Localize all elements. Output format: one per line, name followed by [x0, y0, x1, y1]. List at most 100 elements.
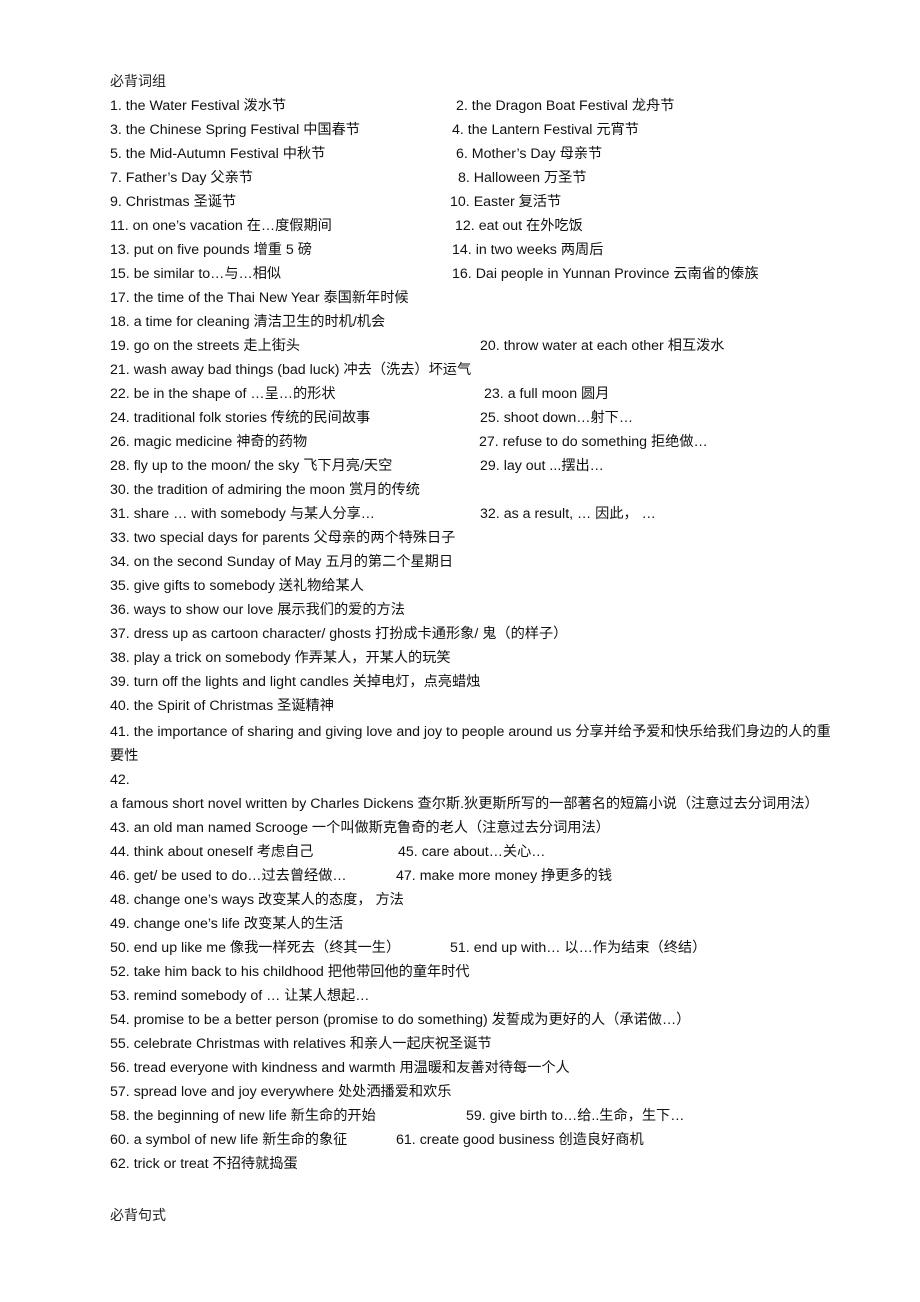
phrase-text: as a result, … 因此， …: [503, 506, 656, 522]
document-page: 必背词组 1. the Water Festival 泼水节 2. the Dra…: [0, 0, 920, 1302]
phrase-row: 41. the importance of sharing and giving…: [110, 720, 838, 768]
phrase-row: 1. the Water Festival 泼水节 2. the Dragon B…: [110, 96, 674, 116]
phrase-text: shoot down…射下…: [503, 410, 634, 426]
phrase-row: 56. tread everyone with kindness and war…: [110, 1058, 570, 1078]
phrase-item: 38. play a trick on somebody 作弄某人，开某人的玩笑: [110, 650, 451, 666]
phrase-item: 23. a full moon 圆月: [484, 384, 609, 404]
phrase-row: 9. Christmas 圣诞节 10. Easter 复活节: [110, 192, 561, 212]
phrase-row: 58. the beginning of new life 新生命的开始 59. …: [110, 1106, 684, 1126]
phrase-number: 23.: [484, 386, 504, 402]
phrase-row: 17. the time of the Thai New Year 泰国新年时候: [110, 288, 409, 308]
phrase-text: on one’s vacation 在…度假期间: [132, 218, 332, 234]
phrase-row: 35. give gifts to somebody 送礼物给某人: [110, 576, 364, 596]
phrase-row: 62. trick or treat 不招待就捣蛋: [110, 1154, 298, 1174]
phrase-item: 12. eat out 在外吃饭: [455, 216, 583, 236]
phrase-item: 44. think about oneself 考虑自己: [110, 844, 313, 860]
phrase-item: 50. end up like me 像我一样死去（终其一生）: [110, 940, 400, 956]
phrase-text: remind somebody of … 让某人想起…: [133, 988, 370, 1004]
phrase-item: 54. promise to be a better person (promi…: [110, 1012, 690, 1028]
phrase-item: 10. Easter 复活节: [450, 192, 561, 212]
phrase-text: Mother’s Day 母亲节: [471, 146, 603, 162]
phrase-number: 57.: [110, 1084, 130, 1100]
phrase-row: 60. a symbol of new life 新生命的象征 61. creat…: [110, 1130, 644, 1150]
phrase-item: 37. dress up as cartoon character/ ghost…: [110, 626, 567, 642]
phrase-text: eat out 在外吃饭: [478, 218, 583, 234]
phrase-number: 14.: [452, 242, 472, 258]
phrase-number: 29.: [480, 458, 500, 474]
phrase-number: 41.: [110, 724, 130, 740]
phrase-number: 16.: [452, 266, 472, 282]
phrase-item: 49. change one’s life 改变某人的生活: [110, 916, 343, 932]
phrase-text: Christmas 圣诞节: [125, 194, 237, 210]
phrase-text: think about oneself 考虑自己: [133, 844, 314, 860]
phrase-item: 9. Christmas 圣诞节: [110, 194, 236, 210]
phrase-item: 57. spread love and joy everywhere 处处洒播爱…: [110, 1084, 451, 1100]
phrase-item: 18. a time for cleaning 清洁卫生的时机/机会: [110, 314, 385, 330]
phrase-item: 43. an old man named Scrooge 一个叫做斯克鲁奇的老人…: [110, 820, 610, 836]
phrase-text: in two weeks 两周后: [475, 242, 604, 258]
phrase-row: 38. play a trick on somebody 作弄某人，开某人的玩笑: [110, 648, 451, 668]
phrase-item: 39. turn off the lights and light candle…: [110, 674, 480, 690]
phrase-item: 62. trick or treat 不招待就捣蛋: [110, 1156, 298, 1172]
phrase-number: 37.: [110, 626, 130, 642]
phrase-text: ways to show our love 展示我们的爱的方法: [133, 602, 405, 618]
phrase-item: 47. make more money 挣更多的钱: [396, 866, 612, 886]
phrase-row: 30. the tradition of admiring the moon 赏…: [110, 480, 420, 500]
phrase-item: 29. lay out ...摆出…: [480, 456, 604, 476]
phrase-row: 48. change one’s ways 改变某人的态度， 方法: [110, 890, 404, 910]
phrase-number: 44.: [110, 844, 130, 860]
phrase-text: give birth to…给..生命，生下…: [489, 1108, 685, 1124]
phrase-item: 19. go on the streets 走上街头: [110, 338, 300, 354]
phrase-item: 61. create good business 创造良好商机: [396, 1130, 644, 1150]
phrase-number: 19.: [110, 338, 130, 354]
phrase-item: 35. give gifts to somebody 送礼物给某人: [110, 578, 364, 594]
phrase-text: refuse to do something 拒绝做…: [502, 434, 708, 450]
phrase-number: 36.: [110, 602, 130, 618]
phrase-item: 41. the importance of sharing and giving…: [110, 724, 831, 764]
phrase-text: the time of the Thai New Year 泰国新年时候: [133, 290, 409, 306]
phrase-item: 53. remind somebody of … 让某人想起…: [110, 988, 369, 1004]
phrase-text: the Water Festival 泼水节: [125, 98, 287, 114]
phrase-text: share … with somebody 与某人分享…: [133, 506, 375, 522]
phrase-row: 54. promise to be a better person (promi…: [110, 1010, 690, 1030]
phrase-number: 4.: [452, 122, 464, 138]
phrase-number: 40.: [110, 698, 130, 714]
phrase-item: 33. two special days for parents 父母亲的两个特…: [110, 530, 455, 546]
phrase-item: 20. throw water at each other 相互泼水: [480, 336, 724, 356]
phrase-item: 32. as a result, … 因此， …: [480, 504, 656, 524]
phrase-item: 34. on the second Sunday of May 五月的第二个星期…: [110, 554, 453, 570]
phrase-row: 7. Father’s Day 父亲节 8. Halloween 万圣节: [110, 168, 587, 188]
phrase-item: 13. put on five pounds 增重 5 磅: [110, 242, 312, 258]
phrase-number: 26.: [110, 434, 130, 450]
phrase-number: 1.: [110, 98, 122, 114]
phrase-row: 19. go on the streets 走上街头 20. throw wate…: [110, 336, 724, 356]
phrase-text: end up like me 像我一样死去（终其一生）: [133, 940, 401, 956]
phrase-text: an old man named Scrooge 一个叫做斯克鲁奇的老人（注意过…: [133, 820, 610, 836]
phrase-number: 32.: [480, 506, 500, 522]
phrase-number: 61.: [396, 1132, 416, 1148]
phrase-number: 12.: [455, 218, 475, 234]
phrase-number: 33.: [110, 530, 130, 546]
phrase-text: the Mid-Autumn Festival 中秋节: [125, 146, 326, 162]
phrase-item: 2. the Dragon Boat Festival 龙舟节: [456, 96, 674, 116]
phrase-number: 50.: [110, 940, 130, 956]
phrase-text: get/ be used to do…过去曾经做…: [133, 868, 347, 884]
phrase-number: 27.: [479, 434, 499, 450]
phrase-row: 52. take him back to his childhood 把他带回他…: [110, 962, 470, 982]
phrase-text: make more money 挣更多的钱: [419, 868, 613, 884]
phrase-text: a full moon 圆月: [507, 386, 610, 402]
phrase-number: 15.: [110, 266, 130, 282]
phrase-text: end up with… 以…作为结束（终结）: [473, 940, 707, 956]
phrase-number: 20.: [480, 338, 500, 354]
phrase-item: 16. Dai people in Yunnan Province 云南省的傣族: [452, 264, 759, 284]
phrase-number: 6.: [456, 146, 468, 162]
phrase-text: the importance of sharing and giving lov…: [110, 724, 831, 765]
phrase-number: 52.: [110, 964, 130, 980]
phrase-row: 44. think about oneself 考虑自己 45. care abo…: [110, 842, 545, 862]
phrase-item: 51. end up with… 以…作为结束（终结）: [450, 938, 706, 958]
phrase-item: 22. be in the shape of …呈…的形状: [110, 386, 336, 402]
phrase-item: 15. be similar to…与…相似: [110, 266, 281, 282]
section-title-phrases: 必背词组: [110, 74, 166, 90]
phrase-number: 7.: [110, 170, 122, 186]
phrase-item: 7. Father’s Day 父亲节: [110, 170, 253, 186]
